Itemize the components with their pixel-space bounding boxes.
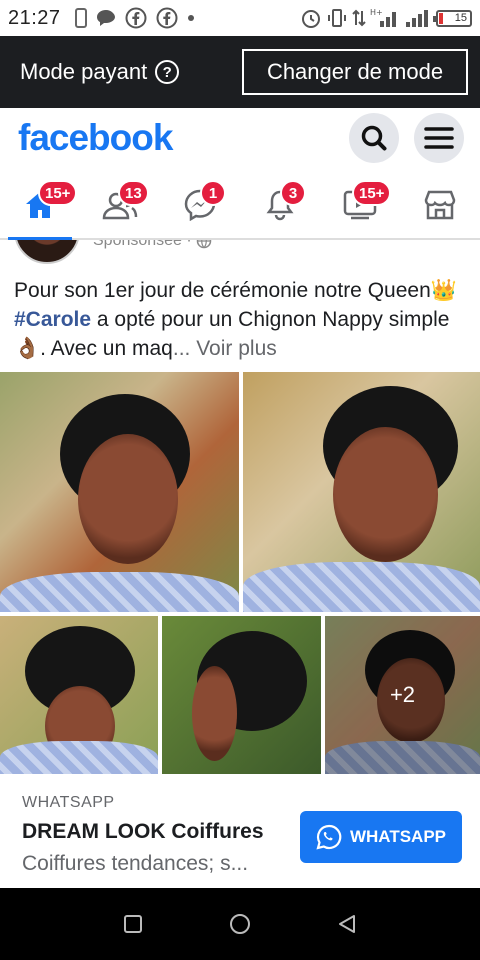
post-text-part: Pour son 1er jour de cérémonie notre Que… <box>14 279 431 302</box>
tab-home-badge: 15+ <box>38 180 78 206</box>
tab-watch-badge: 15+ <box>352 180 392 206</box>
hashtag-link[interactable]: #Carole <box>14 308 91 331</box>
status-bar: 21:27 H+ 15 <box>0 0 480 36</box>
menu-button[interactable] <box>414 113 464 163</box>
whatsapp-icon <box>316 824 342 850</box>
dot-icon <box>187 15 194 21</box>
screen: 21:27 H+ 15 Mode payant ? Changer de mod… <box>0 0 480 960</box>
post-photo-more[interactable]: +2 <box>325 616 480 774</box>
ok-hand-emoji: 👌🏾 <box>14 337 41 360</box>
data-arrows-icon <box>352 9 366 27</box>
help-icon[interactable]: ? <box>155 60 180 84</box>
search-button[interactable] <box>349 113 399 163</box>
see-more-link[interactable]: ... Voir plus <box>173 337 277 360</box>
home-circle-icon[interactable] <box>228 912 252 936</box>
tab-messenger[interactable]: 1 <box>160 170 240 238</box>
cta-subtitle: Coiffures tendances; s... <box>22 852 249 875</box>
post-text-part: . Avec un maq <box>40 337 173 360</box>
facebook-logo[interactable]: facebook <box>18 117 173 159</box>
tab-notifications[interactable]: 3 <box>240 170 320 238</box>
sponsored-label: Sponsorisée · <box>93 240 212 250</box>
chat-bubble-icon <box>96 10 115 26</box>
facebook-header: facebook <box>0 108 480 168</box>
sim-icon <box>74 8 87 28</box>
cta-title[interactable]: DREAM LOOK Coiffures <box>22 820 264 844</box>
tab-marketplace[interactable] <box>400 170 480 238</box>
recents-icon[interactable] <box>122 913 144 935</box>
tab-friends[interactable]: 13 <box>80 170 160 238</box>
facebook-notification-icon <box>125 7 147 29</box>
search-icon <box>361 125 387 151</box>
status-time: 21:27 <box>8 6 61 29</box>
post-meta: Sponsorisée · <box>0 240 480 264</box>
status-left-icons <box>74 7 195 29</box>
mode-bar: Mode payant ? Changer de mode <box>0 36 480 108</box>
cta-section: WHATSAPP DREAM LOOK Coiffures Coiffures … <box>0 774 480 888</box>
whatsapp-button-label: WHATSAPP <box>349 827 446 846</box>
change-mode-button[interactable]: Changer de mode <box>242 49 468 95</box>
tab-watch[interactable]: 15+ <box>320 170 400 238</box>
post-photo[interactable] <box>243 372 480 612</box>
crown-emoji: 👑 <box>430 279 457 302</box>
post-photo[interactable] <box>0 372 239 612</box>
tab-home[interactable]: 15+ <box>0 170 80 240</box>
mode-label: Mode payant ? <box>20 59 180 85</box>
battery-level: 15 <box>454 12 467 24</box>
marketplace-icon <box>424 190 456 220</box>
facebook-notification-icon <box>156 7 178 29</box>
photo-grid: +2 <box>0 372 480 774</box>
post-text-part: a opté pour un Chignon Nappy simple <box>91 308 450 331</box>
globe-icon <box>196 240 212 249</box>
post-text: Pour son 1er jour de cérémonie notre Que… <box>14 276 470 363</box>
svg-text:H+: H+ <box>370 8 383 17</box>
android-nav-bar <box>0 888 480 960</box>
signal-icon: H+ <box>370 8 396 27</box>
hamburger-menu-icon <box>424 127 454 149</box>
battery-icon: 15 <box>433 9 472 27</box>
separator-dot: · <box>186 240 192 249</box>
tab-friends-badge: 13 <box>118 180 149 206</box>
tab-notifications-badge: 3 <box>280 180 306 206</box>
whatsapp-button[interactable]: WHATSAPP <box>300 811 462 863</box>
alarm-icon <box>302 10 320 28</box>
vibrate-icon <box>328 9 346 27</box>
cta-source: WHATSAPP <box>22 794 115 811</box>
signal-icon <box>406 10 428 27</box>
post-photo[interactable] <box>162 616 321 774</box>
sponsored-text: Sponsorisée <box>93 240 182 249</box>
nav-tabs: 15+ 13 1 3 15+ <box>0 170 480 240</box>
tab-messenger-badge: 1 <box>200 180 226 206</box>
header-buttons <box>349 113 464 163</box>
mode-label-text: Mode payant <box>20 59 148 84</box>
back-icon[interactable] <box>336 913 358 935</box>
post-photo[interactable] <box>0 616 158 774</box>
status-right-icons: H+ 15 <box>300 7 472 29</box>
more-photos-overlay: +2 <box>325 616 480 774</box>
avatar[interactable] <box>14 240 80 264</box>
